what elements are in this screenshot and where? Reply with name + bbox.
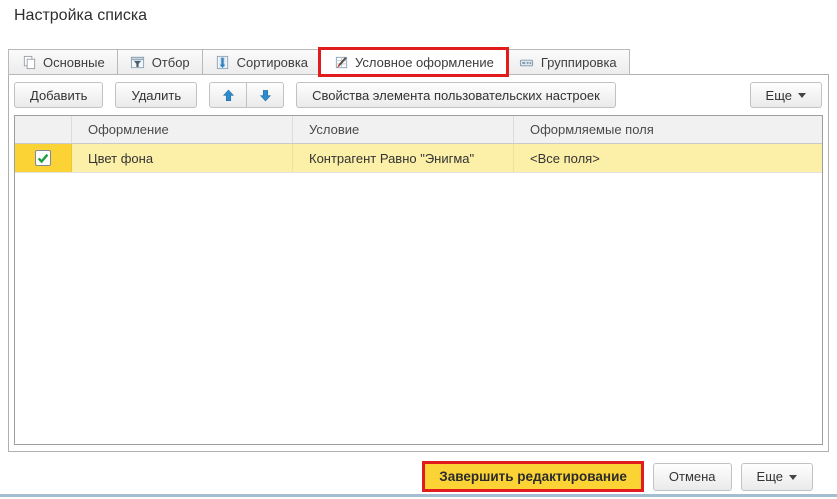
footer-more-button[interactable]: Еще (741, 463, 813, 491)
header-fields: Оформляемые поля (514, 116, 822, 143)
row-checkbox-cell (15, 144, 72, 172)
page-title: Настройка списка (14, 7, 147, 25)
grouping-icon (519, 54, 535, 70)
cancel-button[interactable]: Отмена (653, 463, 732, 491)
tab-bar: Основные Отбор Сортировка (8, 48, 629, 75)
list-settings-window: Настройка списка Основные Отбор (0, 0, 837, 499)
tab-conditional-formatting[interactable]: Условное оформление (320, 49, 507, 76)
toolbar-more-button[interactable]: Еще (750, 82, 822, 108)
cell-formatting: Цвет фона (72, 144, 293, 172)
header-condition: Условие (293, 116, 514, 143)
move-up-button[interactable] (209, 82, 247, 108)
cell-condition: Контрагент Равно "Энигма" (293, 144, 514, 172)
up-arrow-icon (220, 87, 236, 103)
add-button[interactable]: Добавить (14, 82, 103, 108)
sort-icon (215, 54, 231, 70)
tab-label: Сортировка (237, 55, 308, 70)
header-formatting: Оформление (72, 116, 293, 143)
tab-label: Основные (43, 55, 105, 70)
move-down-button[interactable] (246, 82, 284, 108)
tab-grouping[interactable]: Группировка (506, 49, 630, 75)
table-header: Оформление Условие Оформляемые поля (15, 116, 822, 144)
row-checkbox[interactable] (35, 150, 51, 166)
chevron-down-icon (798, 93, 806, 102)
cell-fields: <Все поля> (514, 144, 822, 172)
tab-filter[interactable]: Отбор (117, 49, 203, 75)
down-arrow-icon (257, 87, 273, 103)
tab-label: Отбор (152, 55, 190, 70)
filter-icon (130, 54, 146, 70)
tab-label: Условное оформление (355, 55, 494, 70)
move-button-group (209, 82, 284, 108)
formatting-table: Оформление Условие Оформляемые поля Цвет… (14, 115, 823, 445)
finish-editing-button[interactable]: Завершить редактирование (422, 461, 644, 492)
conditional-format-icon (333, 55, 349, 71)
document-icon (21, 54, 37, 70)
footer: Завершить редактирование Отмена Еще (422, 461, 813, 492)
bottom-window-edge (0, 494, 837, 497)
toolbar: Добавить Удалить Свойств (14, 82, 822, 108)
tab-label: Группировка (541, 55, 617, 70)
delete-button[interactable]: Удалить (115, 82, 197, 108)
tab-main[interactable]: Основные (8, 49, 118, 75)
check-icon (36, 151, 50, 165)
table-row[interactable]: Цвет фона Контрагент Равно "Энигма" <Все… (15, 144, 822, 173)
chevron-down-icon (789, 475, 797, 484)
checkbox-column-header (15, 116, 72, 143)
properties-button[interactable]: Свойства элемента пользовательских настр… (296, 82, 616, 108)
tab-sorting[interactable]: Сортировка (202, 49, 321, 75)
